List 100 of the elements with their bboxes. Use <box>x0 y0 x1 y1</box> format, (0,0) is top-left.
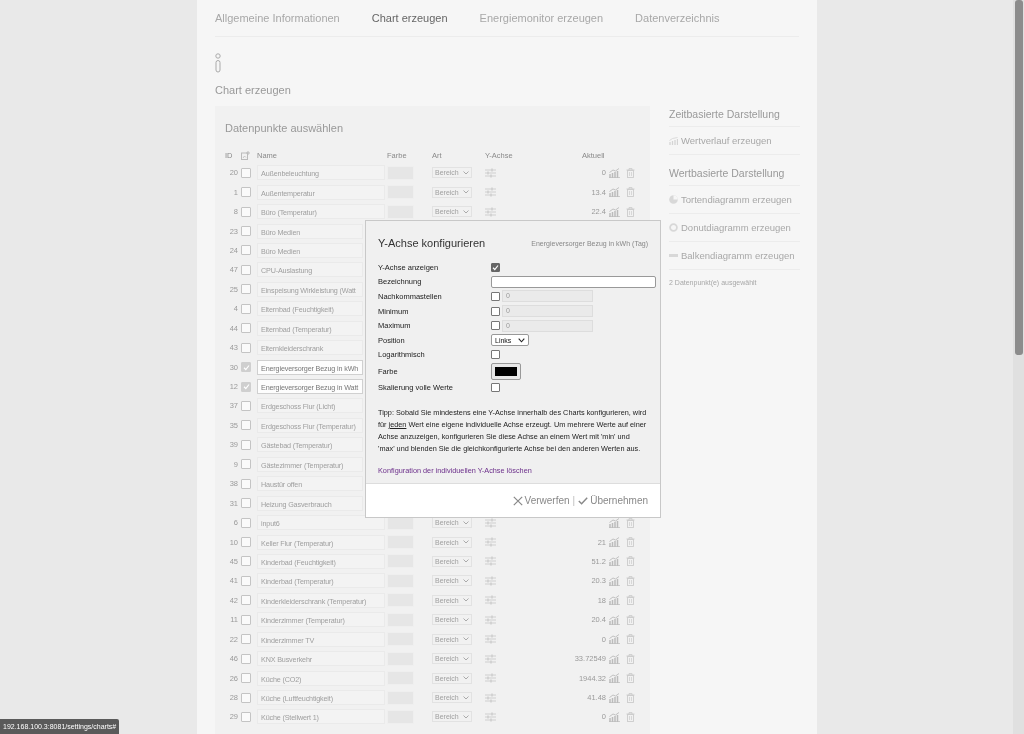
trash-icon[interactable] <box>626 537 635 548</box>
chart-icon[interactable] <box>609 595 620 606</box>
checkbox[interactable] <box>491 292 500 301</box>
discard-button[interactable]: Verwerfen <box>512 495 570 506</box>
chart-plus-icon[interactable] <box>241 150 250 160</box>
info-icon <box>215 53 221 73</box>
row-checkbox[interactable] <box>241 381 251 392</box>
row-checkbox[interactable] <box>241 595 251 606</box>
trash-icon[interactable] <box>626 187 635 198</box>
trash-icon[interactable] <box>626 517 635 528</box>
sidebar-link[interactable]: Balkendiagramm erzeugen <box>669 242 800 270</box>
row-checkbox[interactable] <box>241 167 251 178</box>
apply-button[interactable]: Übernehmen <box>578 495 648 506</box>
row-checkbox[interactable] <box>241 498 251 509</box>
row-checkbox[interactable] <box>241 206 251 217</box>
trash-icon[interactable] <box>626 556 635 567</box>
donut-chart-icon <box>669 223 678 232</box>
trash-icon[interactable] <box>626 206 635 217</box>
row-checkbox[interactable] <box>241 323 251 334</box>
chart-icon[interactable] <box>609 711 620 722</box>
sliders-icon[interactable] <box>485 575 496 586</box>
chart-icon[interactable] <box>609 206 620 217</box>
row-checkbox[interactable] <box>241 556 251 567</box>
sliders-icon[interactable] <box>485 167 496 178</box>
sliders-icon[interactable] <box>485 595 496 606</box>
row-checkbox[interactable] <box>241 711 251 722</box>
sliders-icon[interactable] <box>485 653 496 664</box>
row-checkbox[interactable] <box>241 517 251 528</box>
caret-icon <box>462 714 469 719</box>
row-checkbox[interactable] <box>241 284 251 295</box>
row-checkbox[interactable] <box>241 439 251 450</box>
row-checkbox[interactable] <box>241 303 251 314</box>
sliders-icon[interactable] <box>485 711 496 722</box>
row-checkbox[interactable] <box>241 692 251 703</box>
row-checkbox[interactable] <box>241 653 251 664</box>
caret-icon <box>462 637 469 642</box>
input-field[interactable] <box>491 275 656 288</box>
sliders-icon[interactable] <box>485 517 496 528</box>
sliders-icon[interactable] <box>485 634 496 645</box>
chart-icon[interactable] <box>609 653 620 664</box>
nav-tab[interactable]: Datenverzeichnis <box>635 12 720 24</box>
dialog-title: Y-Achse konfigurieren <box>378 237 486 249</box>
color-picker[interactable] <box>491 362 521 380</box>
chart-icon[interactable] <box>609 673 620 684</box>
sliders-icon[interactable] <box>485 206 496 217</box>
nav-tab[interactable]: Chart erzeugen <box>371 12 448 24</box>
sidebar-link[interactable]: Donutdiagramm erzeugen <box>669 214 800 242</box>
row-checkbox[interactable] <box>241 362 251 373</box>
section-title: Wertbasierte Darstellung <box>669 165 800 186</box>
sidebar-link[interactable]: Wertverlauf erzeugen <box>669 127 800 155</box>
trash-icon[interactable] <box>626 673 635 684</box>
chart-icon[interactable] <box>609 187 620 198</box>
chart-icon[interactable] <box>609 537 620 548</box>
trash-icon[interactable] <box>626 653 635 664</box>
sliders-icon[interactable] <box>485 614 496 625</box>
sliders-icon[interactable] <box>485 692 496 703</box>
checkbox[interactable] <box>491 350 500 360</box>
row-checkbox[interactable] <box>241 673 251 684</box>
color-swatch[interactable] <box>387 204 414 219</box>
row-checkbox[interactable] <box>241 245 251 256</box>
row-checkbox[interactable] <box>241 264 251 275</box>
chart-icon[interactable] <box>609 517 620 528</box>
checkbox[interactable] <box>491 306 500 316</box>
sliders-icon[interactable] <box>485 673 496 684</box>
chart-icon[interactable] <box>609 167 620 178</box>
nav-tab[interactable]: Allgemeine Informationen <box>215 12 340 24</box>
nav-tab[interactable]: Energiemonitor erzeugen <box>479 12 604 24</box>
row-checkbox[interactable] <box>241 575 251 586</box>
trash-icon[interactable] <box>626 634 635 645</box>
row-checkbox[interactable] <box>241 537 251 548</box>
row-checkbox[interactable] <box>241 187 251 198</box>
row-checkbox[interactable] <box>241 478 251 489</box>
row-checkbox[interactable] <box>241 226 251 237</box>
sidebar-link[interactable]: Tortendiagramm erzeugen <box>669 186 800 214</box>
trash-icon[interactable] <box>626 575 635 586</box>
trash-icon[interactable] <box>626 692 635 703</box>
chart-icon[interactable] <box>609 692 620 703</box>
checkbox[interactable] <box>491 321 500 331</box>
scrollbar[interactable] <box>1013 0 1024 734</box>
row-checkbox[interactable] <box>241 400 251 411</box>
row-checkbox[interactable] <box>241 342 251 353</box>
checkbox[interactable] <box>491 262 500 272</box>
row-checkbox[interactable] <box>241 420 251 431</box>
row-checkbox[interactable] <box>241 634 251 645</box>
row-checkbox[interactable] <box>241 459 251 470</box>
trash-icon[interactable] <box>626 614 635 625</box>
sliders-icon[interactable] <box>485 537 496 548</box>
sliders-icon[interactable] <box>485 556 496 567</box>
trash-icon[interactable] <box>626 167 635 178</box>
chart-icon[interactable] <box>609 556 620 567</box>
row-checkbox[interactable] <box>241 614 251 625</box>
trash-icon[interactable] <box>626 711 635 722</box>
sliders-icon[interactable] <box>485 187 496 198</box>
chart-icon[interactable] <box>609 575 620 586</box>
checkbox[interactable] <box>491 382 500 392</box>
chart-icon[interactable] <box>609 614 620 625</box>
trash-icon[interactable] <box>626 595 635 606</box>
chart-icon[interactable] <box>609 634 620 645</box>
page-title: Chart erzeugen <box>215 84 292 96</box>
caret-icon <box>462 598 469 603</box>
